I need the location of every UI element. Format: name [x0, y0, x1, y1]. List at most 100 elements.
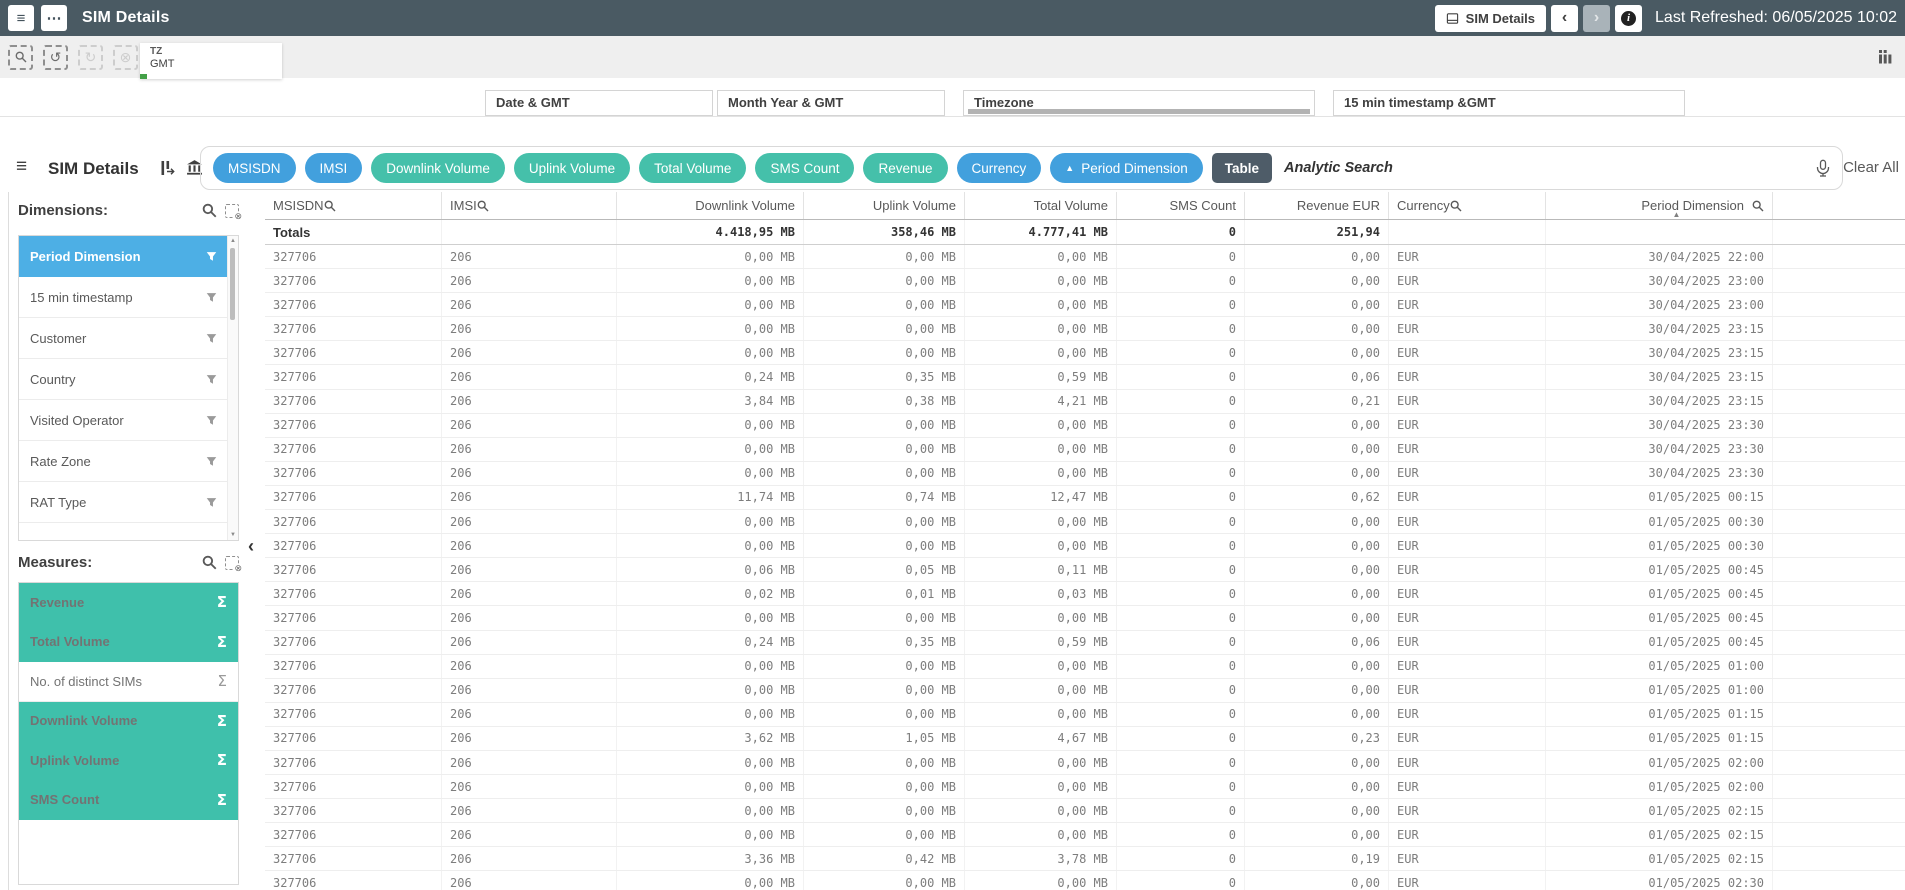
more-options-button[interactable]: ⋯	[41, 5, 67, 31]
measure-item-total-volume[interactable]: Total VolumeΣ	[19, 623, 238, 663]
dimension-item-rat-type[interactable]: RAT Type	[19, 482, 228, 523]
table-row[interactable]: 3277062060,00 MB0,00 MB0,00 MB00,00EUR01…	[265, 823, 1905, 847]
clear-all-button[interactable]: Clear All	[1843, 159, 1899, 176]
column-header-msisdn[interactable]: MSISDN	[265, 192, 442, 219]
scrollbar-thumb[interactable]	[230, 248, 235, 320]
pill-sms-count[interactable]: SMS Count	[755, 153, 854, 183]
table-row[interactable]: 3277062060,00 MB0,00 MB0,00 MB00,00EUR01…	[265, 606, 1905, 630]
search-icon[interactable]	[477, 200, 489, 212]
table-row[interactable]: 3277062060,00 MB0,00 MB0,00 MB00,00EUR01…	[265, 510, 1905, 534]
table-row[interactable]: 3277062060,00 MB0,00 MB0,00 MB00,00EUR30…	[265, 293, 1905, 317]
table-row[interactable]: 3277062060,00 MB0,00 MB0,00 MB00,00EUR01…	[265, 534, 1905, 558]
table-row[interactable]: 3277062060,00 MB0,00 MB0,00 MB00,00EUR01…	[265, 799, 1905, 823]
search-icon[interactable]	[324, 200, 336, 212]
table-row[interactable]: 3277062060,00 MB0,00 MB0,00 MB00,00EUR01…	[265, 871, 1905, 890]
table-row[interactable]: 32770620611,74 MB0,74 MB12,47 MB00,62EUR…	[265, 486, 1905, 510]
measure-item-no-of-distinct-sims[interactable]: No. of distinct SIMsΣ	[19, 662, 238, 702]
pill-currency[interactable]: Currency	[957, 153, 1042, 183]
analytic-search-label[interactable]: Analytic Search	[1284, 160, 1393, 176]
dimensions-scrollbar[interactable]: ▲ ▼	[227, 236, 238, 540]
measure-item-revenue[interactable]: RevenueΣ	[19, 583, 238, 623]
column-header-sms[interactable]: SMS Count	[1117, 192, 1245, 219]
column-header-currency[interactable]: Currency	[1389, 192, 1546, 219]
filter-month-year-gmt[interactable]: Month Year & GMT	[717, 90, 945, 116]
prev-sheet-button[interactable]: ‹	[1551, 5, 1578, 32]
column-header-revenue[interactable]: Revenue EUR	[1245, 192, 1389, 219]
table-row[interactable]: 3277062063,62 MB1,05 MB4,67 MB00,23EUR01…	[265, 727, 1905, 751]
exploration-menu-icon[interactable]	[160, 160, 176, 176]
step-back-button[interactable]: ↺	[43, 45, 68, 70]
pill-period-dimension[interactable]: ▲Period Dimension	[1050, 153, 1202, 183]
search-icon[interactable]	[1744, 200, 1764, 212]
table-row[interactable]: 3277062060,00 MB0,00 MB0,00 MB00,00EUR01…	[265, 679, 1905, 703]
column-header-total[interactable]: Total Volume	[965, 192, 1117, 219]
cell-period: 30/04/2025 23:00	[1546, 269, 1773, 292]
table-row[interactable]: 3277062060,06 MB0,05 MB0,11 MB00,00EUR01…	[265, 558, 1905, 582]
pill-revenue[interactable]: Revenue	[863, 153, 947, 183]
column-header-downlink[interactable]: Downlink Volume	[617, 192, 804, 219]
cell-downlink: 0,00 MB	[617, 269, 804, 292]
microphone-icon[interactable]	[1816, 159, 1830, 178]
filter-date-gmt[interactable]: Date & GMT	[485, 90, 713, 116]
table-row[interactable]: 3277062060,00 MB0,00 MB0,00 MB00,00EUR30…	[265, 317, 1905, 341]
cell-sms: 0	[1117, 317, 1245, 340]
selection-chip-timezone[interactable]: TZ GMT	[140, 43, 282, 79]
dimension-item-country[interactable]: Country	[19, 359, 228, 400]
sheet-nav-button[interactable]: SIM Details	[1435, 5, 1546, 32]
grid-icon[interactable]	[1878, 50, 1893, 64]
measure-item-sms-count[interactable]: SMS CountΣ	[19, 781, 238, 821]
dimension-item-period-dimension[interactable]: Period Dimension	[19, 236, 228, 277]
column-header-period[interactable]: Period Dimension▲	[1546, 192, 1773, 219]
smart-search-button[interactable]	[8, 45, 33, 70]
pill-downlink-volume[interactable]: Downlink Volume	[371, 153, 505, 183]
clear-selections-button[interactable]: ⊗	[113, 45, 138, 70]
column-header-uplink[interactable]: Uplink Volume	[804, 192, 965, 219]
table-row[interactable]: 3277062060,02 MB0,01 MB0,03 MB00,00EUR01…	[265, 582, 1905, 606]
pill-total-volume[interactable]: Total Volume	[639, 153, 746, 183]
measure-item-label: Downlink Volume	[30, 713, 137, 728]
cell-currency: EUR	[1389, 727, 1546, 750]
collapse-sidebar-chevron[interactable]: ‹	[248, 536, 254, 557]
search-icon[interactable]	[202, 555, 217, 570]
totals-cell-msisdn: Totals	[265, 220, 442, 244]
table-view-pill[interactable]: Table	[1212, 153, 1272, 183]
table-row[interactable]: 3277062060,00 MB0,00 MB0,00 MB00,00EUR01…	[265, 655, 1905, 679]
info-button[interactable]: i	[1615, 5, 1642, 32]
table-row[interactable]: 3277062060,00 MB0,00 MB0,00 MB00,00EUR01…	[265, 775, 1905, 799]
table-row[interactable]: 3277062060,00 MB0,00 MB0,00 MB00,00EUR30…	[265, 438, 1905, 462]
filter-15-min-timestamp-gmt[interactable]: 15 min timestamp &GMT	[1333, 90, 1685, 116]
table-row[interactable]: 3277062060,24 MB0,35 MB0,59 MB00,06EUR01…	[265, 631, 1905, 655]
table-row[interactable]: 3277062060,00 MB0,00 MB0,00 MB00,00EUR01…	[265, 751, 1905, 775]
scroll-down-icon[interactable]: ▼	[228, 532, 238, 538]
hamburger-menu-button[interactable]: ≡	[8, 5, 34, 31]
table-row[interactable]: 3277062060,00 MB0,00 MB0,00 MB00,00EUR30…	[265, 341, 1905, 365]
table-row[interactable]: 3277062060,00 MB0,00 MB0,00 MB00,00EUR01…	[265, 703, 1905, 727]
table-row[interactable]: 3277062063,36 MB0,42 MB3,78 MB00,19EUR01…	[265, 847, 1905, 871]
step-forward-button[interactable]: ↻	[78, 45, 103, 70]
dimension-item-rate-zone[interactable]: Rate Zone	[19, 441, 228, 482]
dimension-item-15-min-timestamp[interactable]: 15 min timestamp	[19, 277, 228, 318]
clear-measure-selection-icon[interactable]: ⊗	[225, 556, 239, 570]
measure-item-downlink-volume[interactable]: Downlink VolumeΣ	[19, 702, 238, 742]
search-icon[interactable]	[1450, 200, 1462, 212]
table-row[interactable]: 3277062060,00 MB0,00 MB0,00 MB00,00EUR30…	[265, 462, 1905, 486]
table-row[interactable]: 3277062060,24 MB0,35 MB0,59 MB00,06EUR30…	[265, 365, 1905, 389]
scroll-up-icon[interactable]: ▲	[228, 238, 238, 244]
dimension-item-visited-operator[interactable]: Visited Operator	[19, 400, 228, 441]
pill-imsi[interactable]: IMSI	[305, 153, 363, 183]
column-header-imsi[interactable]: IMSI	[442, 192, 617, 219]
table-row[interactable]: 3277062060,00 MB0,00 MB0,00 MB00,00EUR30…	[265, 414, 1905, 438]
cell-downlink: 0,24 MB	[617, 365, 804, 388]
next-sheet-button[interactable]: ›	[1583, 5, 1610, 32]
table-row[interactable]: 3277062063,84 MB0,38 MB4,21 MB00,21EUR30…	[265, 390, 1905, 414]
filter-timezone[interactable]: Timezone	[963, 90, 1315, 116]
chart-menu-button[interactable]: ≡	[16, 157, 27, 176]
table-row[interactable]: 3277062060,00 MB0,00 MB0,00 MB00,00EUR30…	[265, 269, 1905, 293]
measure-item-uplink-volume[interactable]: Uplink VolumeΣ	[19, 741, 238, 781]
search-icon[interactable]	[202, 203, 217, 218]
clear-dimension-selection-icon[interactable]: ⊗	[225, 204, 239, 218]
pill-uplink-volume[interactable]: Uplink Volume	[514, 153, 630, 183]
table-row[interactable]: 3277062060,00 MB0,00 MB0,00 MB00,00EUR30…	[265, 245, 1905, 269]
dimension-item-customer[interactable]: Customer	[19, 318, 228, 359]
pill-msisdn[interactable]: MSISDN	[213, 153, 296, 183]
